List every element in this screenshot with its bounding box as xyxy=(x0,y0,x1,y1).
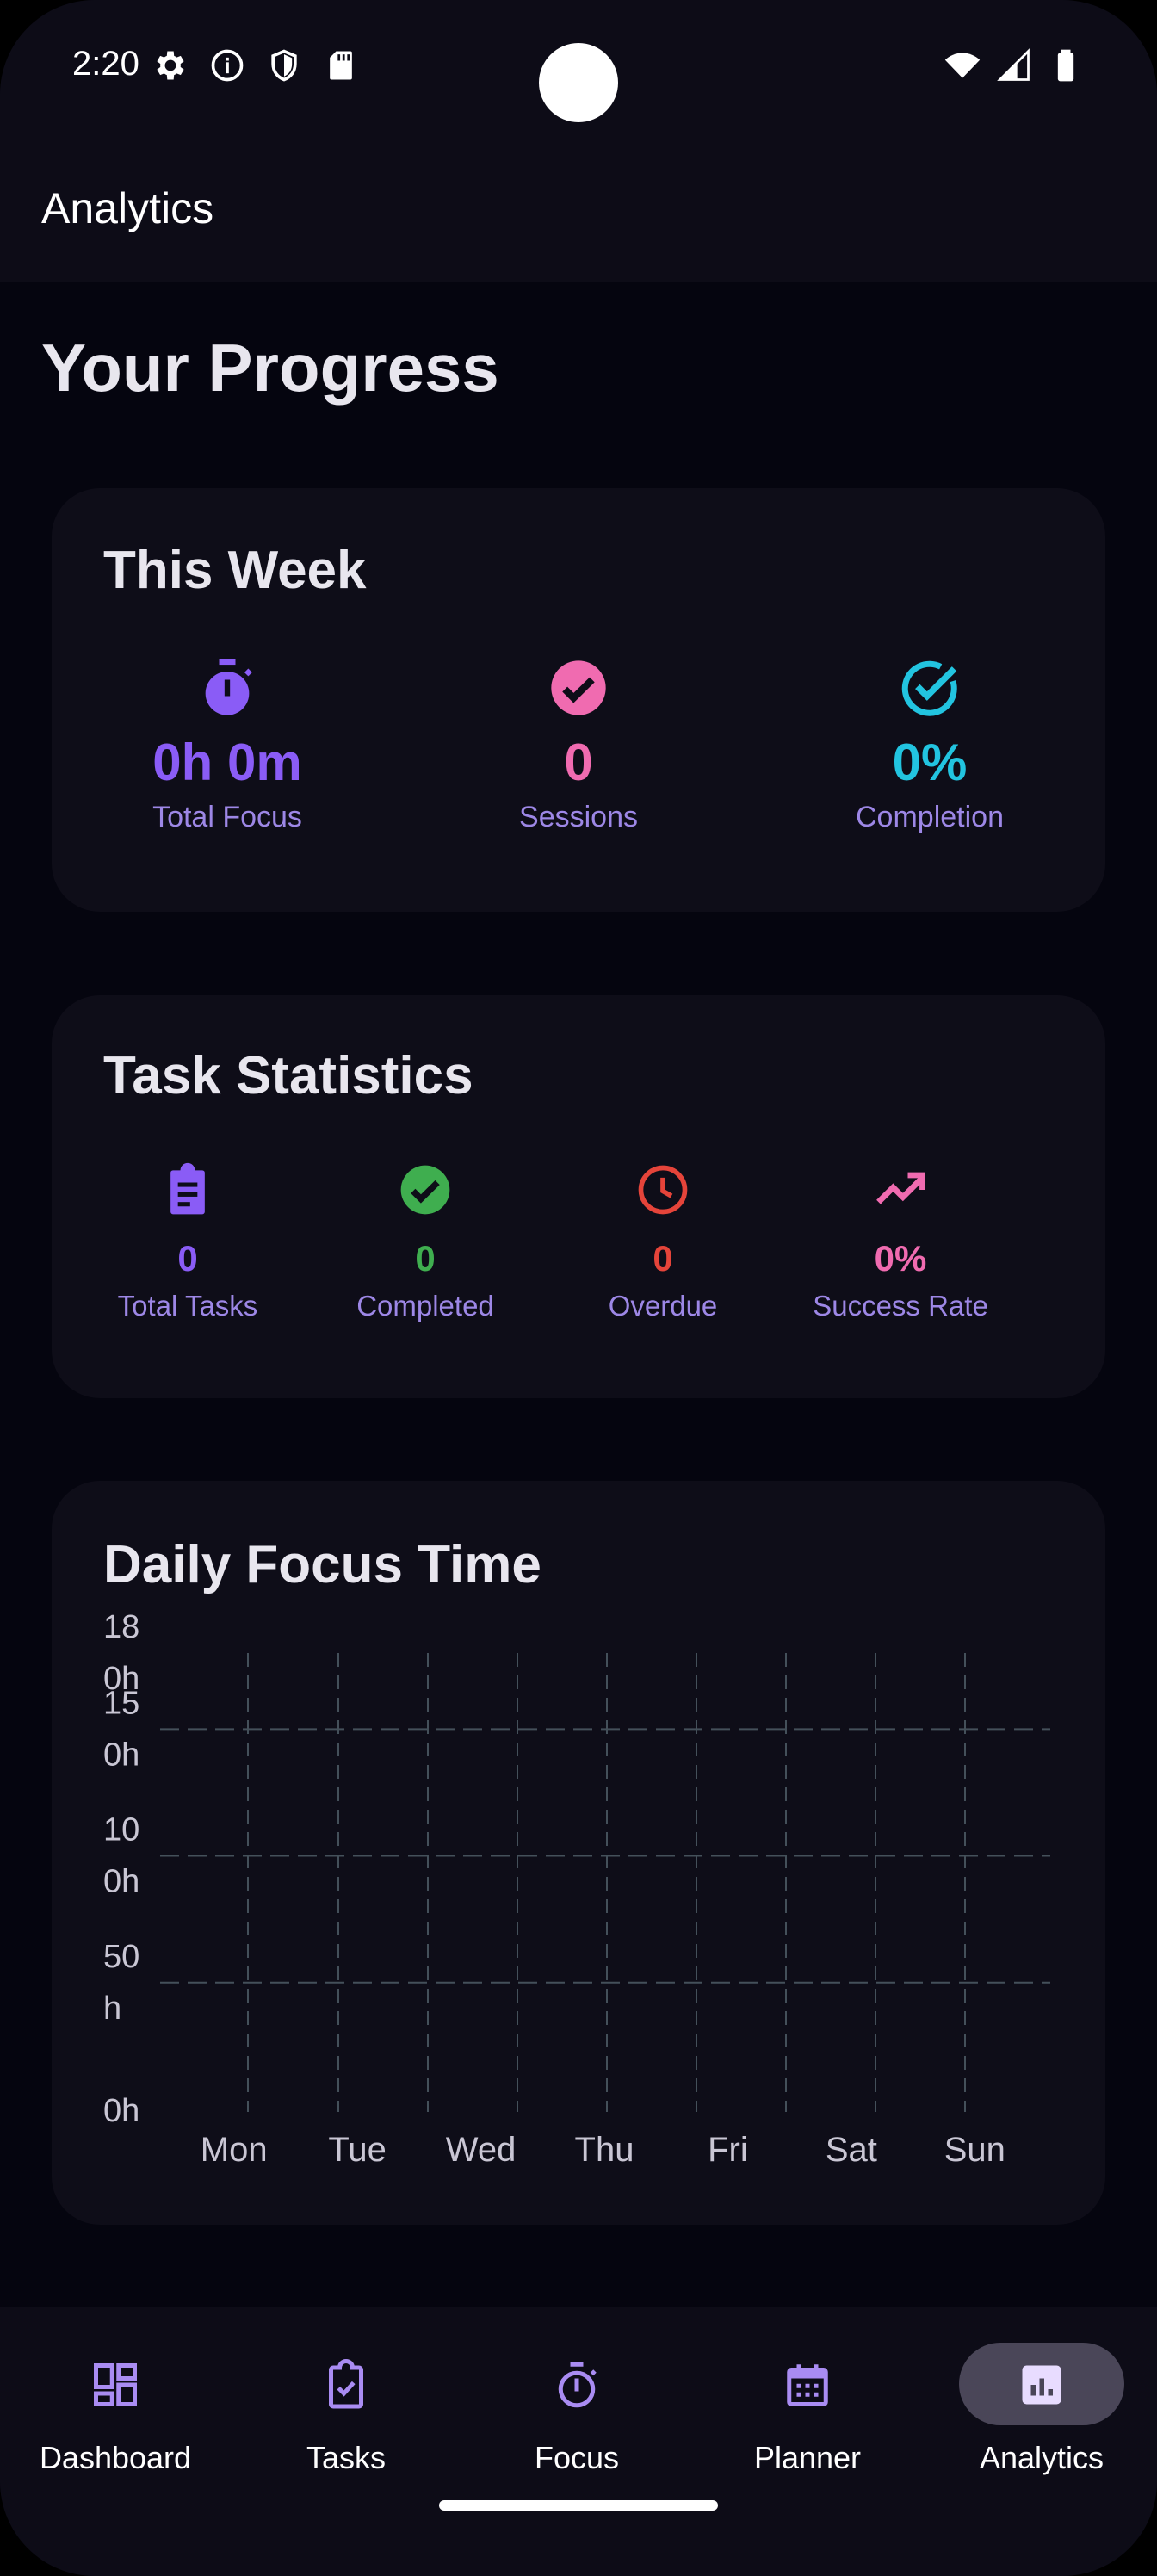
clipboard-icon xyxy=(170,1162,205,1215)
status-icons-right xyxy=(944,46,1085,84)
stat-sessions: 0 Sessions xyxy=(437,655,720,834)
x-tick-label: Tue xyxy=(328,2131,386,2169)
x-tick-label: Wed xyxy=(446,2131,517,2169)
check-circle-outline-icon xyxy=(901,660,957,716)
nav-label: Planner xyxy=(753,2440,862,2475)
y-tick-label: 0h xyxy=(103,2093,139,2129)
x-tick-label: Sat xyxy=(826,2131,877,2169)
stat-overdue: 0 Overdue xyxy=(561,1161,764,1322)
daily-focus-card: Daily Focus Time 0h 50 h 10 0h 15 0h 18 0h Mon Tue… xyxy=(52,1481,1105,2225)
nav-label: Focus xyxy=(534,2440,620,2475)
trending-up-icon xyxy=(876,1172,925,1204)
nav-item-analytics[interactable]: Analytics xyxy=(926,2307,1157,2514)
battery-icon xyxy=(1057,49,1074,82)
task-icon xyxy=(329,2359,363,2409)
stat-total-focus: 0h 0m Total Focus xyxy=(86,655,368,834)
stat-value: 0 xyxy=(653,1238,673,1279)
x-tick-label: Thu xyxy=(575,2131,634,2169)
stat-total-tasks: 0 Total Tasks xyxy=(86,1161,289,1322)
stat-completed: 0 Completed xyxy=(324,1161,527,1322)
stat-label: Completion xyxy=(856,801,1004,833)
signal-icon xyxy=(997,48,1030,81)
x-tick-label: Fri xyxy=(708,2131,748,2169)
nav-item-tasks[interactable]: Tasks xyxy=(231,2307,461,2514)
stat-value: 0 xyxy=(415,1238,436,1279)
stat-label: Total Focus xyxy=(152,801,302,833)
card-title: This Week xyxy=(103,541,367,600)
nav-item-planner[interactable]: Planner xyxy=(692,2307,923,2514)
analytics-icon xyxy=(1022,2365,1061,2405)
stat-value: 0h 0m xyxy=(152,734,302,791)
stat-label: Total Tasks xyxy=(117,1290,258,1322)
sd-card-icon xyxy=(330,51,352,80)
clock-icon xyxy=(638,1165,688,1215)
stat-label: Completed xyxy=(356,1290,494,1322)
this-week-card: This Week 0h 0m Total Focus 0 Sessions 0… xyxy=(52,488,1105,912)
task-statistics-card: Task Statistics 0 Total Tasks 0 Complete… xyxy=(52,995,1105,1398)
nav-item-dashboard[interactable]: Dashboard xyxy=(0,2307,231,2514)
stat-value: 0 xyxy=(564,734,593,791)
stat-label: Sessions xyxy=(519,801,638,833)
y-tick-label: 10 0h xyxy=(103,1812,139,1900)
x-tick-label: Sun xyxy=(944,2131,1005,2169)
dashboard-icon xyxy=(94,2363,137,2406)
y-tick-label: 18 0h xyxy=(103,1609,139,1697)
stat-label: Success Rate xyxy=(813,1290,988,1322)
nav-item-focus[interactable]: Focus xyxy=(461,2307,692,2514)
status-icons-left xyxy=(152,46,360,84)
shield-icon xyxy=(271,49,297,82)
bottom-navigation: Dashboard Tasks Focus Planner Analytics xyxy=(0,2307,1157,2576)
status-bar: 2:20 xyxy=(0,0,1157,142)
app-bar-title: Analytics xyxy=(41,184,214,232)
stat-value: 0% xyxy=(874,1238,927,1279)
check-circle-icon xyxy=(400,1165,450,1215)
page-heading: Your Progress xyxy=(41,330,499,406)
timer-icon xyxy=(558,2362,597,2408)
status-time: 2:20 xyxy=(72,45,139,83)
gear-icon xyxy=(157,51,184,80)
nav-label: Tasks xyxy=(306,2440,387,2475)
info-icon xyxy=(211,49,244,82)
x-tick-label: Mon xyxy=(201,2131,268,2169)
wifi-icon xyxy=(944,53,981,78)
app-bar: Analytics xyxy=(0,142,1157,282)
y-tick-label: 50 h xyxy=(103,1939,139,2027)
stat-success-rate: 0% Success Rate xyxy=(799,1161,1002,1322)
stat-value: 0 xyxy=(177,1238,198,1279)
nav-label: Analytics xyxy=(979,2440,1104,2475)
stopwatch-icon xyxy=(205,659,252,715)
y-tick-label: 15 0h xyxy=(103,1685,139,1773)
stat-completion: 0% Completion xyxy=(789,655,1071,834)
calendar-icon xyxy=(787,2364,828,2406)
card-title: Task Statistics xyxy=(103,1046,473,1105)
stat-value: 0% xyxy=(892,734,968,791)
phone-screen: 2:20 Analytics Your Progress This Week 0… xyxy=(0,0,1157,2576)
daily-focus-chart: 0h 50 h 10 0h 15 0h18 0h Mon Tue Wed Thu Fri Sat Sun xyxy=(103,1609,1050,2169)
home-indicator[interactable] xyxy=(439,2500,718,2511)
camera-cutout xyxy=(539,43,618,122)
stat-label: Overdue xyxy=(608,1290,718,1322)
check-circle-icon xyxy=(551,660,606,715)
nav-label: Dashboard xyxy=(39,2440,192,2475)
